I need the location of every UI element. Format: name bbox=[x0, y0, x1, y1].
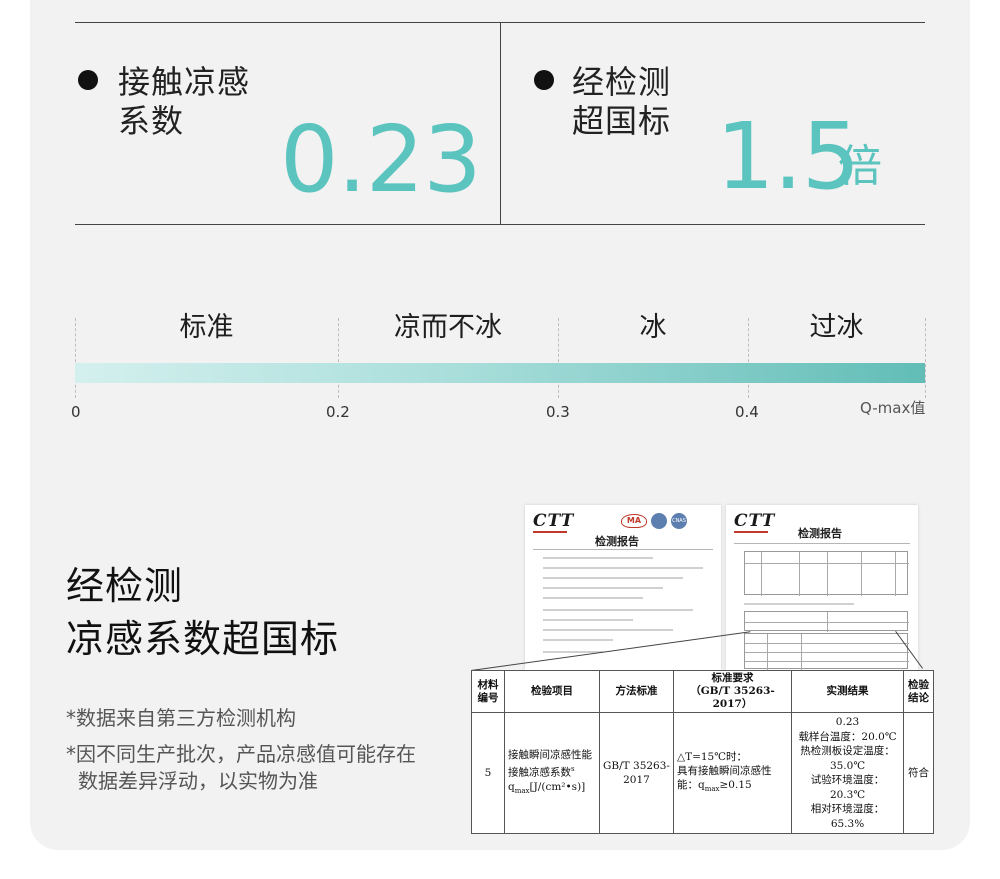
text-line bbox=[734, 543, 910, 544]
text-line bbox=[543, 619, 633, 621]
headline: 经检测 bbox=[66, 564, 184, 608]
ctt-logo: CTT bbox=[533, 511, 575, 531]
text-line bbox=[543, 567, 703, 569]
scale-axis-label: Q-max值 bbox=[860, 399, 926, 417]
report-title: 检测报告 bbox=[595, 535, 639, 548]
stat-value-cooling-coefficient: 0.23 bbox=[280, 106, 482, 213]
cell-requirement: △T=15℃时： 具有接触瞬间凉感性 能：qmax≥0.15 bbox=[673, 712, 792, 834]
scale-tick: 0.4 bbox=[735, 403, 759, 421]
mini-detail-table bbox=[744, 633, 909, 670]
mini-result-table bbox=[744, 551, 909, 596]
text-line bbox=[533, 549, 713, 550]
text-line bbox=[543, 587, 663, 589]
ctt-logo-underline bbox=[533, 531, 567, 533]
scale-tick: 0.2 bbox=[326, 403, 350, 421]
text-line bbox=[744, 603, 854, 605]
table-header: 检验项目 bbox=[504, 670, 600, 713]
stat-label: 超国标 bbox=[572, 102, 672, 140]
stats-bottom-rule bbox=[75, 224, 925, 225]
ctt-logo: CTT bbox=[734, 511, 776, 531]
footnote-variance: *因不同生产批次，产品凉感值可能存在 bbox=[66, 742, 416, 766]
text-line bbox=[543, 639, 613, 641]
table-header-row: 材料 编号 检验项目 方法标准 标准要求 （GB/T 35263-2017） 实… bbox=[471, 670, 934, 713]
scale-tick: 0.3 bbox=[546, 403, 570, 421]
ma-seal-icon: MA bbox=[621, 514, 647, 528]
text-line bbox=[543, 557, 653, 559]
ctt-logo-underline bbox=[734, 531, 768, 533]
text-line bbox=[543, 597, 643, 599]
stat-label: 接触凉感 bbox=[118, 63, 251, 101]
footnote-variance: 数据差异浮动，以实物为准 bbox=[78, 769, 318, 793]
stat-unit: 倍 bbox=[838, 141, 882, 192]
scale-category-standard: 标准 bbox=[179, 312, 234, 343]
cnas-mark-icon: CNAS bbox=[671, 513, 687, 529]
bullet-dot bbox=[78, 70, 98, 90]
scale-gradient-bar bbox=[75, 363, 925, 383]
text-line bbox=[543, 577, 683, 579]
cell-method: GB/T 35263-2017 bbox=[599, 712, 674, 834]
table-header: 标准要求 （GB/T 35263-2017） bbox=[673, 670, 792, 713]
report-title: 检测报告 bbox=[798, 527, 842, 540]
cell-conclusion: 符合 bbox=[903, 712, 934, 834]
scale-category-over-ice: 过冰 bbox=[809, 312, 864, 343]
table-header: 检验 结论 bbox=[903, 670, 934, 713]
stat-label: 经检测 bbox=[572, 63, 672, 101]
bullet-dot bbox=[534, 70, 554, 90]
stat-label: 系数 bbox=[118, 102, 185, 140]
headline: 凉感系数超国标 bbox=[66, 617, 340, 661]
scale-category-cool: 凉而不冰 bbox=[394, 312, 502, 343]
table-header: 材料 编号 bbox=[471, 670, 505, 713]
ilac-mark-icon bbox=[651, 513, 667, 529]
mini-info-table bbox=[744, 611, 909, 632]
footnote-source: *数据来自第三方检测机构 bbox=[66, 706, 296, 730]
test-result-table: 材料 编号 检验项目 方法标准 标准要求 （GB/T 35263-2017） 实… bbox=[471, 670, 934, 834]
test-report-page-2: CTT 检测报告 bbox=[726, 505, 918, 670]
table-header: 实测结果 bbox=[791, 670, 904, 713]
scale-tick: 0 bbox=[71, 403, 81, 421]
stats-divider bbox=[500, 22, 501, 224]
scale-divider bbox=[925, 318, 926, 398]
cell-result: 0.23 载样台温度：20.0℃ 热检测板设定温度： 35.0℃ 试验环境温度：… bbox=[791, 712, 904, 834]
cell-id: 5 bbox=[471, 712, 505, 834]
text-line bbox=[543, 629, 673, 631]
text-line bbox=[543, 609, 693, 611]
cell-item: 接触瞬间凉感性能 接触凉感系数s qmax[J/(cm²•s)] bbox=[504, 712, 600, 834]
table-header: 方法标准 bbox=[599, 670, 674, 713]
table-row: 5 接触瞬间凉感性能 接触凉感系数s qmax[J/(cm²•s)] GB/T … bbox=[471, 712, 934, 834]
test-report-page-1: CTT MA CNAS 检测报告 bbox=[525, 505, 721, 670]
scale-category-ice: 冰 bbox=[639, 312, 667, 343]
